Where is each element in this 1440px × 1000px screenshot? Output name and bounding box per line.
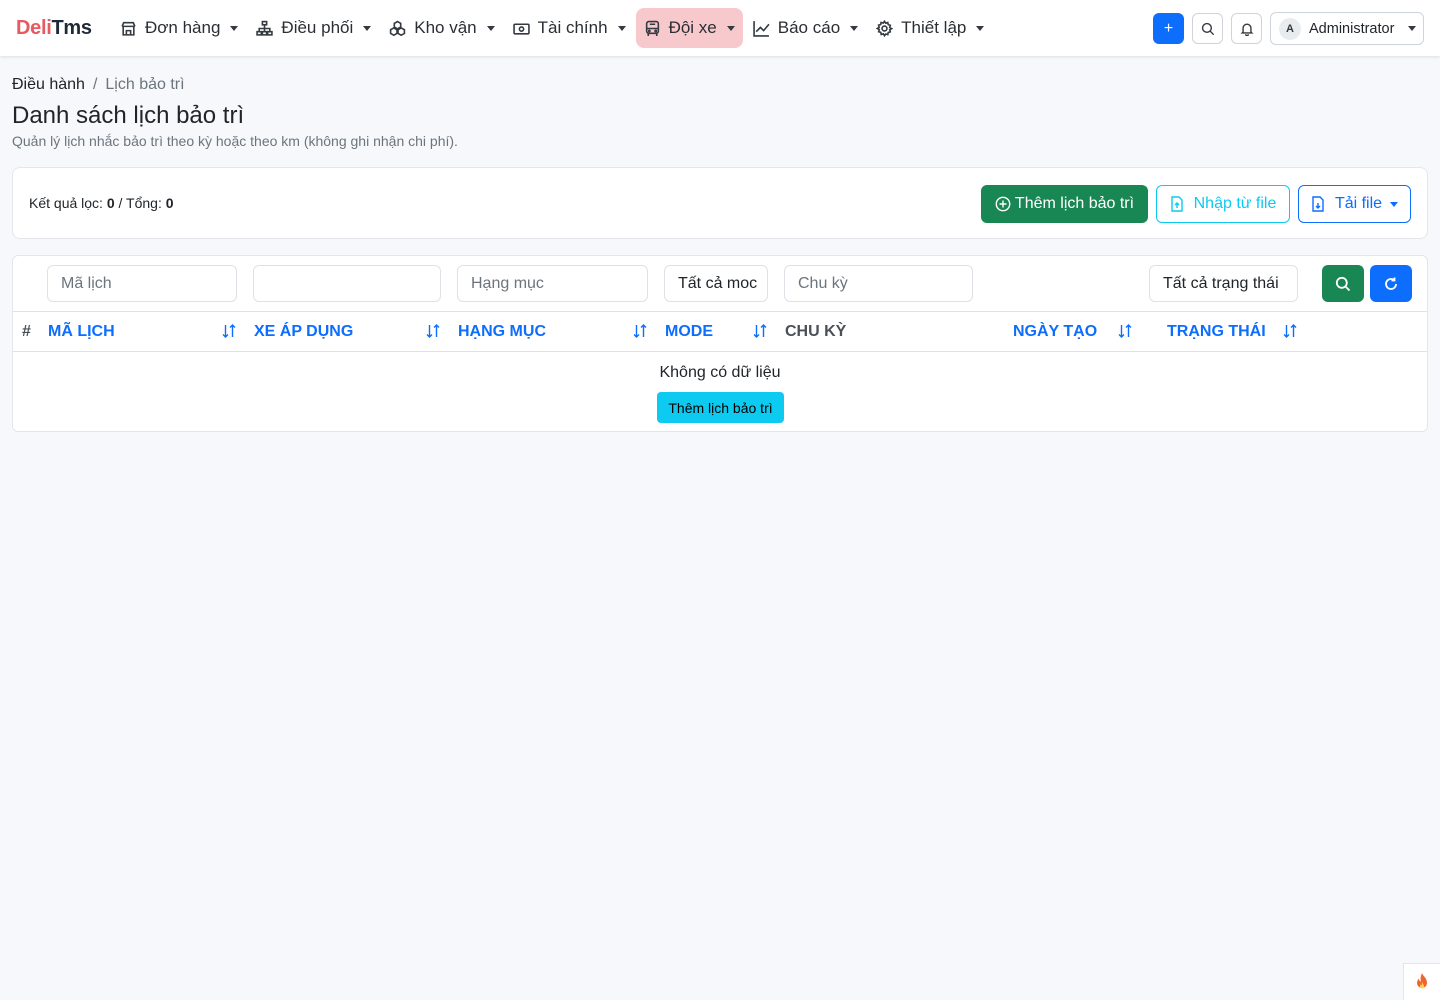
schedule-table-card: Mã lịch Hạng mục Tất cả moc Chu kỳ Tất c…: [12, 255, 1428, 432]
caret-down-icon: [726, 25, 735, 31]
main-menu: Đơn hàng Điều phối Kho vận Tài chính Đội…: [112, 8, 994, 48]
category-filter-input[interactable]: Hạng mục: [457, 265, 648, 302]
result-count: Kết quả lọc: 0 / Tổng: 0: [29, 195, 174, 211]
nav-label: Tài chính: [537, 18, 608, 37]
breadcrumb-separator: /: [92, 76, 98, 93]
boxes-icon: [390, 20, 406, 36]
search-icon: [1201, 22, 1214, 35]
gear-icon: [876, 19, 894, 37]
nav-item-doi-xe[interactable]: Đội xe: [635, 8, 743, 48]
column-vehicle[interactable]: Xe áp dụng: [254, 322, 353, 342]
file-upload-icon: [1170, 196, 1183, 212]
nav-item-dieu-phoi[interactable]: Điều phối: [248, 8, 379, 48]
caret-down-icon: [1408, 26, 1417, 31]
caret-down-icon: [617, 25, 626, 31]
empty-state-text: Không có dữ liệu: [659, 364, 781, 381]
search-button[interactable]: [1192, 13, 1223, 44]
file-download-icon: [1312, 196, 1324, 212]
vehicle-filter-input[interactable]: [253, 265, 441, 302]
nav-item-tai-chinh[interactable]: Tài chính: [505, 8, 634, 48]
mode-filter-select[interactable]: Tất cả moc: [664, 265, 768, 302]
nav-item-kho-van[interactable]: Kho vận: [381, 8, 502, 48]
nav-label: Kho vận: [414, 18, 477, 37]
filtered-count: 0: [106, 195, 115, 211]
breadcrumb-parent[interactable]: Điều hành: [12, 75, 85, 95]
status-filter-select[interactable]: Tất cả trạng thái: [1149, 265, 1298, 302]
plus-circle-icon: [995, 196, 1011, 212]
flame-icon: [1417, 973, 1427, 989]
nav-label: Điều phối: [281, 18, 354, 37]
chart-line-icon: [753, 20, 770, 37]
sort-icon[interactable]: [1117, 323, 1133, 339]
notification-button[interactable]: [1231, 13, 1262, 44]
quick-add-button[interactable]: +: [1153, 13, 1184, 44]
sort-icon[interactable]: [221, 323, 237, 339]
nav-label: Đơn hàng: [145, 18, 221, 37]
nav-label: Đội xe: [668, 18, 717, 37]
column-cycle: Chu kỳ: [785, 323, 847, 340]
cash-icon: [512, 22, 530, 35]
search-icon: [1335, 276, 1351, 291]
reset-filter-button[interactable]: [1370, 265, 1412, 302]
bus-icon: [645, 20, 659, 36]
add-schedule-button[interactable]: Thêm lịch bảo trì: [981, 185, 1148, 223]
column-status[interactable]: Trạng thái: [1167, 322, 1266, 342]
nav-label: Báo cáo: [777, 18, 841, 37]
table-header: # Mã lịch Xe áp dụng Hạng mục Mode Chu k…: [13, 312, 1427, 352]
sort-icon[interactable]: [425, 323, 441, 339]
empty-add-schedule-button[interactable]: Thêm lịch bảo trì: [657, 392, 784, 423]
nav-label: Thiết lập: [901, 18, 967, 37]
sort-icon[interactable]: [632, 323, 648, 339]
top-navbar: DeliTms Đơn hàng Điều phối Kho vận Tài c…: [0, 0, 1440, 56]
caret-down-icon: [850, 25, 859, 31]
summary-card: Kết quả lọc: 0 / Tổng: 0 Thêm lịch bảo t…: [12, 167, 1428, 239]
column-index: #: [22, 323, 31, 340]
total-count: 0: [165, 195, 174, 211]
caret-down-icon: [1390, 201, 1399, 207]
bell-icon: [1239, 23, 1254, 36]
avatar: A: [1279, 17, 1301, 40]
store-icon: [121, 21, 136, 36]
page-title: Danh sách lịch bảo trì: [12, 102, 245, 129]
nav-item-don-hang[interactable]: Đơn hàng: [112, 8, 246, 48]
caret-down-icon: [230, 25, 239, 31]
column-mode[interactable]: Mode: [665, 322, 713, 342]
breadcrumb: Điều hành / Lịch bảo trì: [12, 75, 185, 95]
apply-filter-button[interactable]: [1322, 265, 1364, 302]
nav-actions: + A Administrator: [1153, 12, 1424, 45]
import-file-button[interactable]: Nhập từ file: [1156, 185, 1290, 223]
page-subtitle: Quản lý lịch nhắc bảo trì theo kỳ hoặc t…: [12, 133, 458, 149]
column-created-date[interactable]: Ngày tạo: [1013, 322, 1097, 342]
user-menu[interactable]: A Administrator: [1270, 12, 1424, 45]
sort-icon[interactable]: [1282, 323, 1298, 339]
nav-item-thiet-lap[interactable]: Thiết lập: [868, 8, 992, 48]
filter-row: Mã lịch Hạng mục Tất cả moc Chu kỳ Tất c…: [13, 256, 1427, 312]
caret-down-icon: [976, 25, 985, 31]
fire-widget[interactable]: [1403, 963, 1440, 1000]
refresh-icon: [1385, 277, 1397, 290]
brand-logo[interactable]: DeliTms: [16, 16, 92, 40]
code-filter-input[interactable]: Mã lịch: [47, 265, 237, 302]
sitemap-icon: [256, 20, 274, 36]
download-file-button[interactable]: Tải file: [1298, 185, 1411, 223]
cycle-filter-input[interactable]: Chu kỳ: [784, 265, 973, 302]
nav-item-bao-cao[interactable]: Báo cáo: [745, 8, 866, 48]
breadcrumb-current: Lịch bảo trì: [105, 76, 185, 93]
column-category[interactable]: Hạng mục: [458, 322, 546, 342]
caret-down-icon: [363, 25, 372, 31]
caret-down-icon: [486, 25, 495, 31]
column-code[interactable]: Mã lịch: [48, 322, 115, 342]
sort-icon[interactable]: [752, 323, 768, 339]
user-name: Administrator: [1309, 20, 1395, 37]
